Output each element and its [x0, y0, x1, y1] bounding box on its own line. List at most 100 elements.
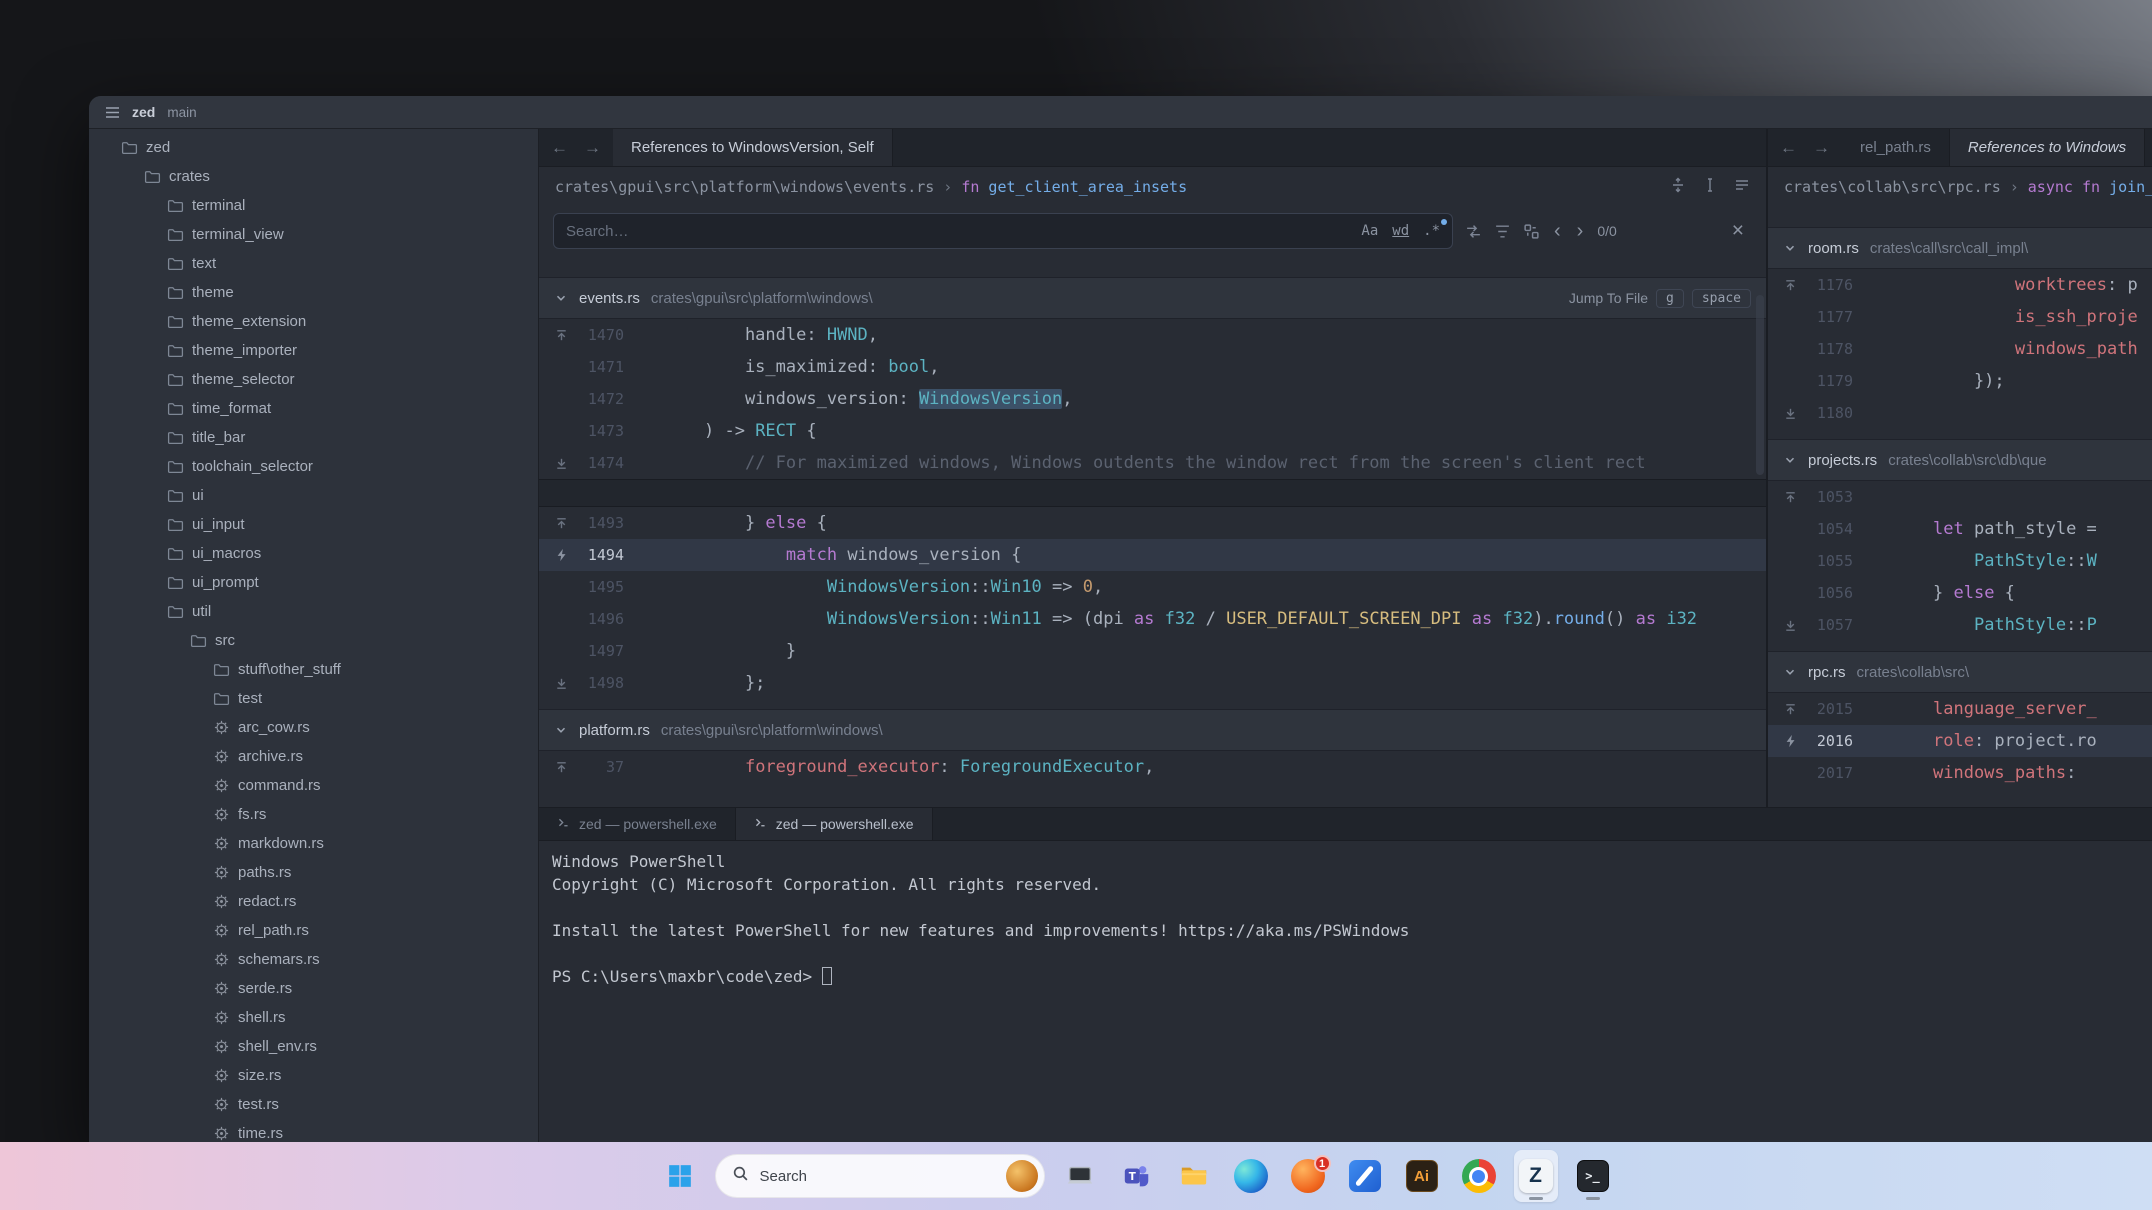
code-line[interactable]: 1495 WindowsVersion::Win10 => 0,: [539, 571, 1766, 603]
expand-excerpts-icon[interactable]: [1670, 177, 1686, 197]
nav-forward-icon[interactable]: →: [584, 138, 601, 158]
windows-terminal-icon[interactable]: >_: [1571, 1150, 1615, 1202]
excerpt-header[interactable]: events.rscrates\gpui\src\platform\window…: [539, 277, 1766, 319]
tab-references-right[interactable]: References to Windows: [1950, 129, 2145, 166]
code-line[interactable]: 1178 windows_path: [1768, 333, 2152, 365]
sidebar-item[interactable]: theme_selector: [89, 365, 538, 394]
sidebar-item[interactable]: time.rs: [89, 1119, 538, 1142]
code-line[interactable]: 1472 windows_version: WindowsVersion,: [539, 383, 1766, 415]
code-line[interactable]: 1180: [1768, 397, 2152, 429]
expand-excerpt-up-icon[interactable]: [1768, 490, 1813, 505]
tab-references-main[interactable]: References to WindowsVersion, Self: [613, 129, 893, 166]
menu-icon[interactable]: [105, 106, 120, 119]
expand-excerpt-up-icon[interactable]: [1768, 278, 1813, 293]
collapse-excerpt-icon[interactable]: [554, 723, 568, 737]
file-explorer-icon[interactable]: [1172, 1150, 1216, 1202]
sidebar-item[interactable]: theme: [89, 278, 538, 307]
code-line[interactable]: 1474 // For maximized windows, Windows o…: [539, 447, 1766, 479]
code-line[interactable]: 1179 });: [1768, 365, 2152, 397]
terminal-tab[interactable]: zed — powershell.exe: [736, 808, 933, 840]
sidebar-item[interactable]: size.rs: [89, 1061, 538, 1090]
case-sensitive-toggle[interactable]: Aa: [1361, 223, 1378, 239]
sidebar-item[interactable]: ui_macros: [89, 539, 538, 568]
blue-app-icon[interactable]: [1343, 1150, 1387, 1202]
sidebar-item[interactable]: text: [89, 249, 538, 278]
sidebar-item[interactable]: paths.rs: [89, 858, 538, 887]
taskbar-search[interactable]: Search: [715, 1154, 1045, 1198]
sidebar-item[interactable]: theme_extension: [89, 307, 538, 336]
titlebar[interactable]: zed main: [89, 96, 2152, 129]
code-line[interactable]: 1054let path_style =: [1768, 513, 2152, 545]
replace-toggle-icon[interactable]: [1465, 223, 1482, 240]
regex-toggle[interactable]: .*: [1423, 223, 1440, 239]
sidebar-item[interactable]: shell.rs: [89, 1003, 538, 1032]
sidebar-item[interactable]: test.rs: [89, 1090, 538, 1119]
orange-app-icon[interactable]: 1: [1286, 1150, 1330, 1202]
code-line[interactable]: 1053: [1768, 481, 2152, 513]
code-line[interactable]: 1473) -> RECT {: [539, 415, 1766, 447]
sidebar-item[interactable]: arc_cow.rs: [89, 713, 538, 742]
project-name[interactable]: zed: [132, 104, 155, 120]
sidebar-item[interactable]: redact.rs: [89, 887, 538, 916]
wrap-lines-icon[interactable]: [1734, 177, 1750, 197]
sidebar-item[interactable]: ui: [89, 481, 538, 510]
expand-excerpt-down-icon[interactable]: [1768, 618, 1813, 633]
sidebar-item[interactable]: test: [89, 684, 538, 713]
expand-excerpt-down-icon[interactable]: [1768, 406, 1813, 421]
code-line[interactable]: 1470 handle: HWND,: [539, 319, 1766, 351]
expand-excerpt-up-icon[interactable]: [1768, 702, 1813, 717]
sidebar-item[interactable]: shell_env.rs: [89, 1032, 538, 1061]
collapse-excerpt-icon[interactable]: [554, 291, 568, 305]
nav-back-icon[interactable]: ←: [551, 138, 568, 158]
code-line[interactable]: 1471 is_maximized: bool,: [539, 351, 1766, 383]
search-input[interactable]: Search… Aa wd .*: [553, 213, 1453, 249]
breadcrumb-right[interactable]: crates\collab\src\rpc.rs › async fn join…: [1768, 167, 2152, 207]
close-search-icon[interactable]: ×: [1732, 219, 1752, 243]
expand-excerpt-up-icon[interactable]: [539, 328, 584, 343]
sidebar-item[interactable]: schemars.rs: [89, 945, 538, 974]
prev-match-icon[interactable]: ‹: [1552, 220, 1563, 243]
selection-filter-icon[interactable]: [1494, 223, 1511, 240]
excerpt-header[interactable]: projects.rscrates\collab\src\db\que: [1768, 439, 2152, 481]
next-match-icon[interactable]: ›: [1575, 220, 1586, 243]
terminal-output[interactable]: Windows PowerShellCopyright (C) Microsof…: [539, 841, 2152, 997]
sidebar-item[interactable]: ui_prompt: [89, 568, 538, 597]
edge-icon[interactable]: [1229, 1150, 1273, 1202]
sidebar-item[interactable]: theme_importer: [89, 336, 538, 365]
nav-back-icon[interactable]: ←: [1780, 138, 1797, 158]
code-line[interactable]: 1494 match windows_version {: [539, 539, 1766, 571]
nav-forward-icon[interactable]: →: [1813, 138, 1830, 158]
code-line[interactable]: 1176 worktrees: p: [1768, 269, 2152, 301]
chrome-icon[interactable]: [1457, 1150, 1501, 1202]
laptop-app-icon[interactable]: [1058, 1150, 1102, 1202]
collapse-excerpt-icon[interactable]: [1783, 453, 1797, 467]
code-line[interactable]: 1055 PathStyle::W: [1768, 545, 2152, 577]
terminal-tab[interactable]: zed — powershell.exe: [539, 808, 736, 840]
teams-icon[interactable]: T: [1115, 1150, 1159, 1202]
sidebar-item[interactable]: serde.rs: [89, 974, 538, 1003]
code-line[interactable]: 1177 is_ssh_proje: [1768, 301, 2152, 333]
zed-icon[interactable]: Z: [1514, 1150, 1558, 1202]
sidebar-item[interactable]: archive.rs: [89, 742, 538, 771]
sidebar-item[interactable]: src: [89, 626, 538, 655]
breadcrumb-main[interactable]: crates\gpui\src\platform\windows\events.…: [539, 167, 1766, 207]
code-line[interactable]: 1057 PathStyle::P: [1768, 609, 2152, 641]
code-action-icon[interactable]: [539, 548, 584, 562]
sidebar-item[interactable]: crates: [89, 162, 538, 191]
sidebar-item[interactable]: time_format: [89, 394, 538, 423]
code-line[interactable]: 1498 };: [539, 667, 1766, 699]
tab-rel-path[interactable]: rel_path.rs: [1842, 129, 1950, 166]
weather-icon[interactable]: [1006, 1160, 1038, 1192]
jump-to-file-button[interactable]: Jump To Filegspace: [1569, 289, 1751, 308]
collapse-excerpt-icon[interactable]: [1783, 665, 1797, 679]
code-line[interactable]: 2015language_server_: [1768, 693, 2152, 725]
expand-excerpt-up-icon[interactable]: [539, 760, 584, 775]
start-button[interactable]: [658, 1150, 702, 1202]
git-branch[interactable]: main: [167, 105, 196, 120]
code-line[interactable]: 1496 WindowsVersion::Win11 => (dpi as f3…: [539, 603, 1766, 635]
scrollbar[interactable]: [1754, 255, 1764, 807]
expand-excerpt-up-icon[interactable]: [539, 516, 584, 531]
code-line[interactable]: 37 foreground_executor: ForegroundExecut…: [539, 751, 1766, 783]
sidebar-item[interactable]: rel_path.rs: [89, 916, 538, 945]
sidebar-item[interactable]: toolchain_selector: [89, 452, 538, 481]
